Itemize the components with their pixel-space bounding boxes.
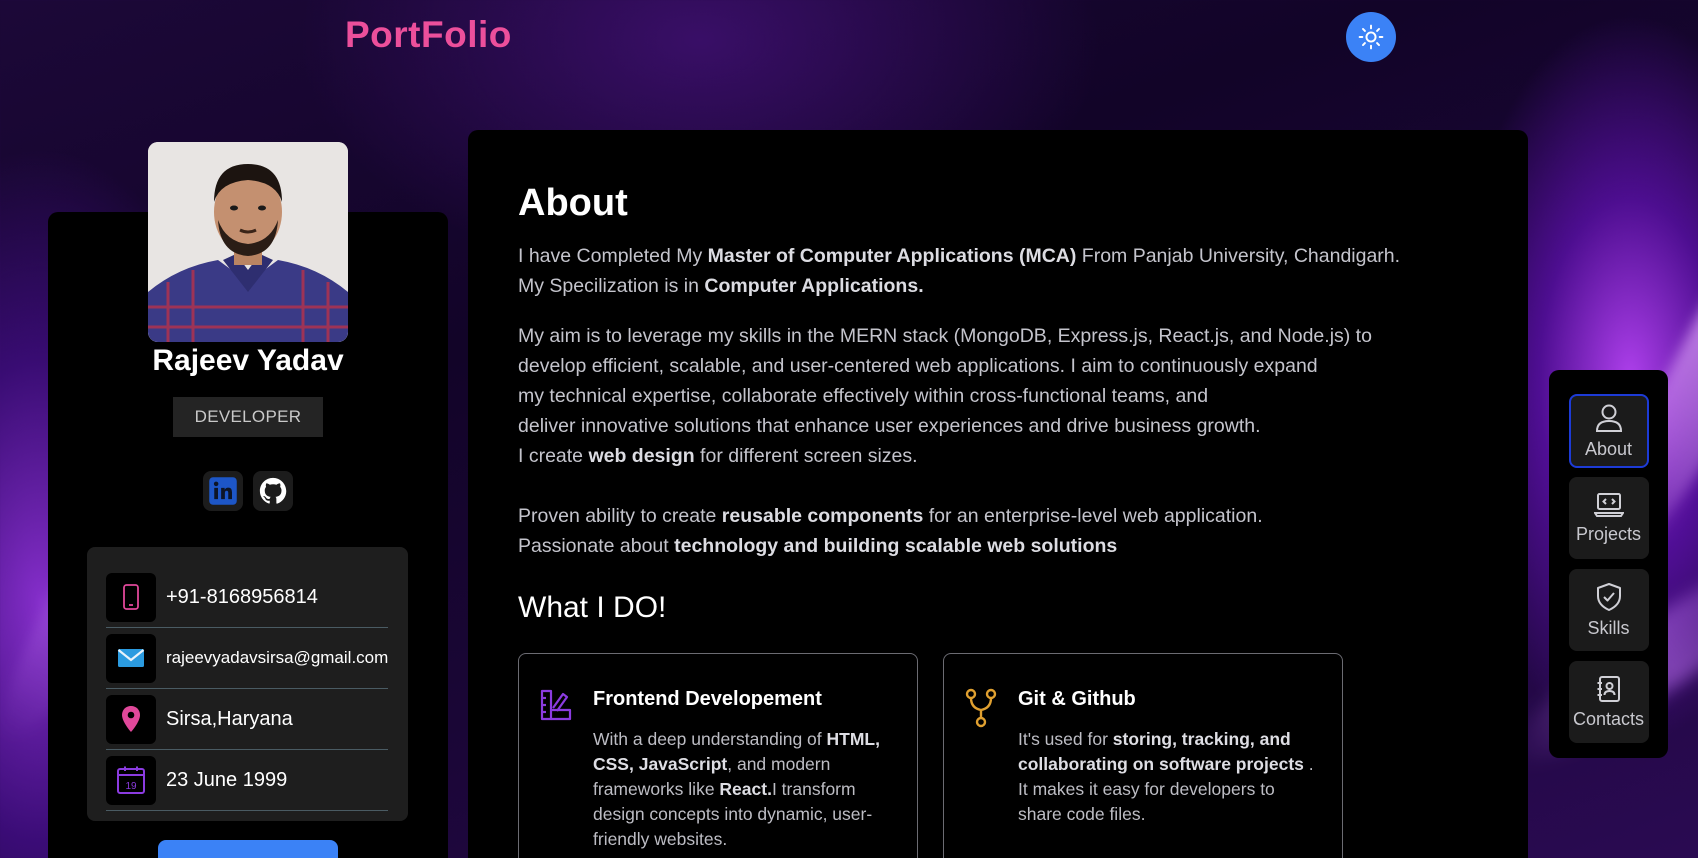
- about-section: About I have Completed My Master of Comp…: [468, 130, 1528, 858]
- social-links: [203, 471, 293, 511]
- laptop-code-icon: [1593, 492, 1624, 517]
- email-icon: [117, 649, 145, 667]
- avatar: [148, 142, 348, 342]
- nav-label: About: [1584, 438, 1633, 459]
- github-link[interactable]: [253, 471, 293, 511]
- shield-check-icon: [1596, 582, 1621, 611]
- design-tools-icon: [540, 689, 572, 721]
- nav-item-about[interactable]: About: [1568, 394, 1649, 468]
- linkedin-link[interactable]: [203, 471, 243, 511]
- user-icon: [1595, 404, 1622, 432]
- nav-label: Projects: [1575, 523, 1642, 544]
- service-card-git: Git & Github It's used for storing, trac…: [943, 653, 1343, 858]
- git-branch-icon: [965, 688, 997, 728]
- about-paragraph-aim: My aim is to leverage my skills in the M…: [518, 325, 1372, 557]
- role-badge: DEVELOPER: [173, 397, 323, 437]
- theme-toggle-button[interactable]: [1346, 12, 1396, 62]
- nav-item-skills[interactable]: Skills: [1568, 569, 1649, 651]
- resume-button[interactable]: [158, 840, 338, 858]
- location-text: Sirsa,Haryana: [166, 707, 293, 730]
- contact-book-icon: [1597, 675, 1620, 702]
- service-card-frontend: Frontend Developement With a deep unders…: [518, 653, 918, 858]
- contact-info-box: +91-8168956814 rajeevyadavsirsa@gmail.co…: [87, 547, 408, 821]
- contact-phone: +91-8168956814: [106, 567, 388, 628]
- sun-icon: [1358, 24, 1384, 50]
- nav-item-projects[interactable]: Projects: [1568, 477, 1649, 559]
- phone-icon: [123, 584, 139, 610]
- linkedin-icon: [209, 477, 237, 505]
- about-paragraph-education: I have Completed My Master of Computer A…: [518, 245, 1401, 297]
- github-icon: [259, 477, 287, 504]
- location-pin-icon: [122, 706, 140, 732]
- brand-logo[interactable]: PortFolio: [345, 14, 512, 56]
- service-title: Frontend Developement: [593, 688, 822, 710]
- calendar-icon: 19: [117, 766, 145, 794]
- service-description: It's used for storing, tracking, and col…: [1018, 729, 1314, 824]
- service-description: With a deep understanding of HTML, CSS, …: [593, 729, 880, 849]
- nav-item-contacts[interactable]: Contacts: [1568, 661, 1649, 743]
- email-address[interactable]: rajeevyadavsirsa@gmail.com: [166, 648, 388, 668]
- about-title: About: [518, 182, 628, 224]
- service-title: Git & Github: [1018, 688, 1136, 710]
- birthday-text: 23 June 1999: [166, 768, 288, 791]
- section-nav: About Projects Skills Contacts: [1549, 370, 1668, 758]
- calendar-day: 19: [125, 781, 137, 792]
- contact-birthday: 19 23 June 1999: [106, 750, 388, 811]
- phone-number[interactable]: +91-8168956814: [166, 586, 318, 609]
- contact-location: Sirsa,Haryana: [106, 689, 388, 750]
- profile-name: Rajeev Yadav: [152, 344, 344, 377]
- services-list: Frontend Developement With a deep unders…: [518, 653, 1478, 858]
- what-i-do-title: What I DO!: [518, 591, 667, 624]
- nav-label: Contacts: [1572, 708, 1645, 729]
- contact-email: rajeevyadavsirsa@gmail.com: [106, 628, 388, 689]
- nav-label: Skills: [1587, 617, 1630, 638]
